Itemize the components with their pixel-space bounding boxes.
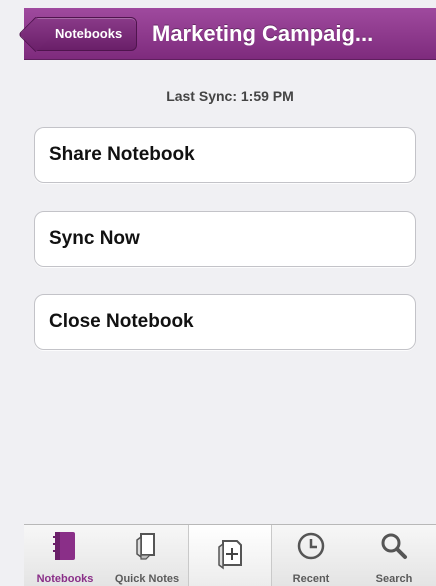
notebook-icon	[53, 531, 77, 566]
back-button-label: Notebooks	[55, 26, 123, 41]
new-page-button[interactable]	[188, 525, 272, 586]
tab-bar: Notebooks Quick Notes Recent Search	[24, 524, 436, 586]
sync-now-button[interactable]: Sync Now	[34, 211, 416, 267]
tab-recent-label: Recent	[292, 573, 330, 585]
tab-quick-notes-label: Quick Notes	[114, 573, 180, 585]
tab-search-label: Search	[375, 573, 413, 585]
tab-search[interactable]: Search	[352, 525, 436, 586]
notebooks-back-button[interactable]: Notebooks	[32, 17, 138, 51]
last-sync-status: Last Sync: 1:59 PM	[166, 88, 294, 104]
tab-notebooks-label: Notebooks	[36, 573, 94, 585]
quick-notes-icon	[132, 531, 162, 566]
navigation-bar: Notebooks Marketing Campaig...	[24, 8, 436, 60]
tab-quick-notes[interactable]: Quick Notes	[106, 525, 188, 586]
tab-recent[interactable]: Recent	[270, 525, 352, 586]
notebook-settings-screen: Notebooks Marketing Campaig... Last Sync…	[0, 0, 436, 586]
share-notebook-button[interactable]: Share Notebook	[34, 127, 416, 183]
tab-notebooks[interactable]: Notebooks	[24, 525, 106, 586]
page-title: Marketing Campaig...	[152, 21, 374, 46]
new-page-icon	[215, 537, 245, 576]
clock-icon	[296, 531, 326, 566]
close-notebook-button[interactable]: Close Notebook	[34, 294, 416, 350]
search-icon	[379, 531, 409, 566]
